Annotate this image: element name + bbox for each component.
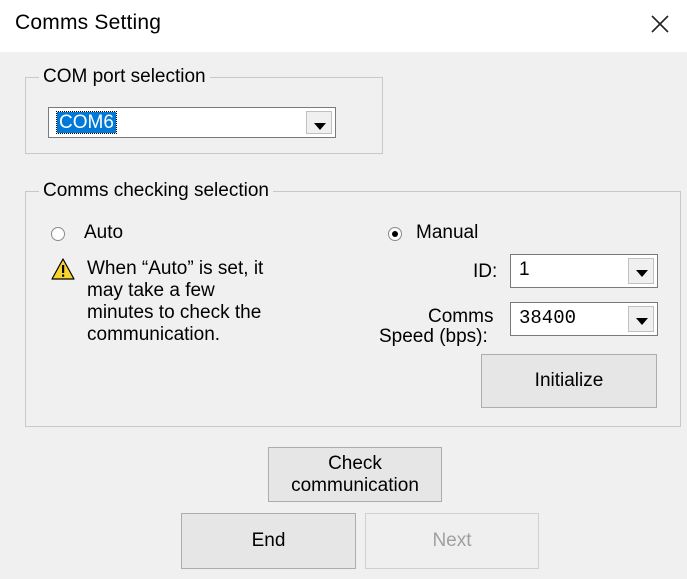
com-port-legend: COM port selection bbox=[39, 66, 210, 88]
com-port-value: COM6 bbox=[59, 112, 114, 133]
warning-line: When “Auto” is set, it bbox=[87, 258, 264, 279]
chevron-down-icon[interactable] bbox=[306, 111, 332, 134]
warning-line: minutes to check the bbox=[87, 302, 262, 323]
close-icon[interactable] bbox=[646, 10, 674, 38]
chevron-down-icon[interactable] bbox=[628, 306, 654, 332]
warning-icon bbox=[51, 258, 75, 280]
speed-value: 38400 bbox=[519, 307, 577, 329]
check-button-line1: Check bbox=[328, 452, 382, 474]
id-label: ID: bbox=[473, 261, 498, 282]
id-value: 1 bbox=[519, 259, 530, 280]
auto-radio[interactable] bbox=[51, 227, 65, 241]
check-communication-button[interactable]: Check communication bbox=[268, 447, 442, 502]
check-button-line2: communication bbox=[291, 474, 419, 496]
comms-check-group: Comms checking selection Auto When “Auto… bbox=[25, 180, 681, 427]
speed-label-line2: Speed (bps): bbox=[379, 326, 488, 347]
comms-check-legend: Comms checking selection bbox=[39, 180, 273, 202]
dialog-body: COM port selection COM6 Comms checking s… bbox=[0, 52, 687, 579]
next-button: Next bbox=[365, 513, 539, 569]
warning-text: When “Auto” is set, it may take a few mi… bbox=[87, 258, 263, 346]
com-port-select[interactable]: COM6 bbox=[48, 107, 336, 138]
end-button[interactable]: End bbox=[181, 513, 356, 569]
manual-label[interactable]: Manual bbox=[416, 222, 478, 244]
chevron-down-icon[interactable] bbox=[628, 258, 654, 284]
initialize-button[interactable]: Initialize bbox=[481, 354, 657, 408]
window-title: Comms Setting bbox=[15, 11, 162, 34]
warning-line: may take a few bbox=[87, 280, 215, 301]
speed-label-line1: Comms bbox=[428, 306, 494, 327]
title-bar: Comms Setting bbox=[0, 0, 687, 52]
com-port-value-highlight: COM6 bbox=[56, 111, 117, 134]
com-port-group: COM port selection COM6 bbox=[25, 66, 383, 154]
id-select[interactable]: 1 bbox=[510, 254, 658, 288]
auto-label[interactable]: Auto bbox=[84, 222, 123, 244]
warning-line: communication. bbox=[87, 324, 221, 345]
manual-radio[interactable] bbox=[388, 227, 402, 241]
speed-select[interactable]: 38400 bbox=[510, 302, 658, 336]
